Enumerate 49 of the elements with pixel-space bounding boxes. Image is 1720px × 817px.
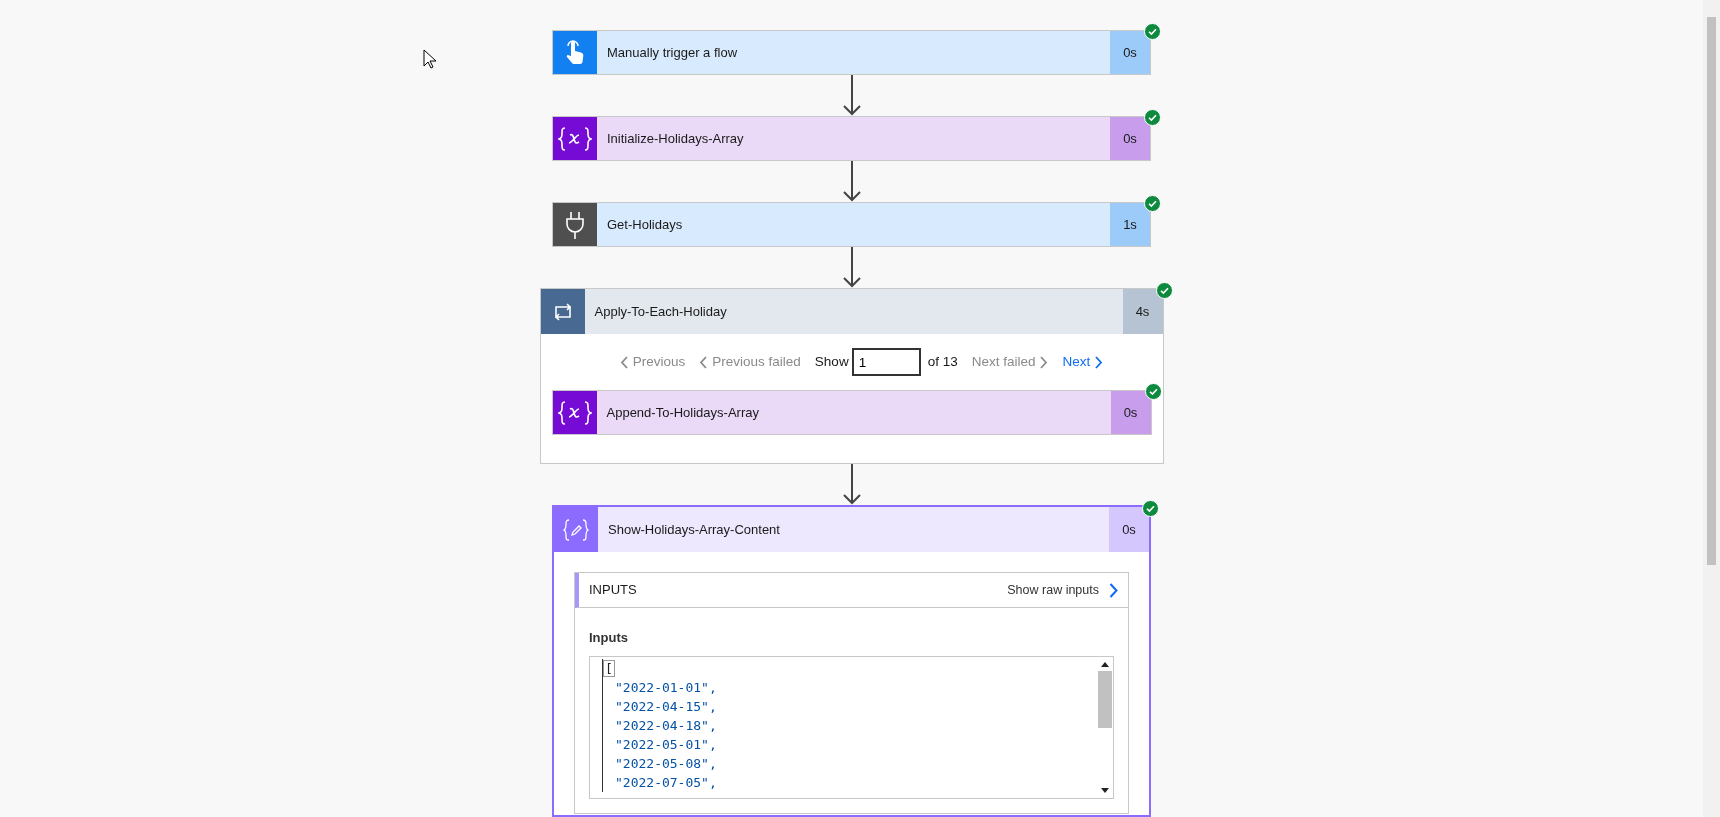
show-label: Show — [814, 352, 849, 371]
scrollbar-thumb[interactable] — [1707, 17, 1716, 565]
section-title: INPUTS — [589, 581, 637, 600]
compose-icon — [563, 518, 589, 541]
step-card[interactable]: Show-Holidays-Array-Content 0s — [554, 507, 1149, 552]
step-title: Show-Holidays-Array-Content — [608, 520, 780, 539]
show-raw-inputs-link[interactable]: Show raw inputs — [1007, 580, 1118, 600]
code-line: "2022-04-15", — [614, 697, 718, 716]
code-line: "2022-07-05", — [614, 773, 718, 792]
flow-arrow — [842, 247, 861, 288]
step-card[interactable]: Append-To-Holidays-Array 0s — [551, 390, 1152, 435]
step-card[interactable]: Get-Holidays 1s — [552, 202, 1151, 247]
variable-icon — [558, 125, 592, 152]
duration-label: 0s — [1110, 31, 1150, 74]
step-title: Append-To-Holidays-Array — [606, 403, 759, 422]
duration-label: 1s — [1110, 203, 1150, 246]
chevron-right-icon — [1040, 355, 1049, 369]
step-title: Get-Holidays — [607, 215, 683, 234]
step-title: Initialize-Holidays-Array — [607, 129, 744, 148]
plug-icon — [564, 210, 586, 239]
code-line: "2022-01-01", — [614, 678, 718, 697]
flow-arrow — [842, 464, 861, 505]
step-title: Apply-To-Each-Holiday — [594, 302, 727, 321]
step-card[interactable]: Apply-To-Each-Holiday 4s — [540, 289, 1163, 334]
code-line: "2022-05-01", — [614, 735, 718, 754]
chevron-right-icon — [1095, 355, 1104, 369]
step-card[interactable]: Manually trigger a flow 0s — [552, 30, 1151, 75]
iteration-input[interactable]: 1 — [851, 348, 921, 376]
code-line: "2022-04-18", — [614, 716, 718, 735]
iteration-count: of 13 — [927, 352, 958, 371]
duration-label: 0s — [1109, 507, 1149, 552]
duration-label: 0s — [1110, 117, 1150, 160]
code-viewer[interactable]: [ "2022-01-01", "2022-04-15", "2022-04-18", "2022-05-01", "2022-05-08", "2022-07-05", — [589, 655, 1114, 799]
step-card[interactable]: Initialize-Holidays-Array 0s — [552, 116, 1151, 161]
duration-label: 4s — [1122, 289, 1163, 334]
flow-arrow — [842, 75, 861, 116]
duration-label: 0s — [1110, 391, 1151, 434]
next-button[interactable]: Next — [1062, 351, 1104, 373]
variable-icon — [557, 399, 592, 426]
chevron-left-icon — [619, 355, 628, 369]
touch-icon — [564, 39, 586, 66]
chevron-right-icon — [1109, 582, 1118, 598]
mouse-cursor-icon — [423, 48, 437, 68]
flow-arrow — [842, 161, 861, 202]
step-title: Manually trigger a flow — [607, 43, 738, 62]
page-scrollbar[interactable] — [1703, 0, 1720, 817]
code-line: "2022-05-08", — [614, 754, 718, 773]
chevron-left-icon — [699, 355, 708, 369]
field-label: Inputs — [589, 629, 629, 647]
